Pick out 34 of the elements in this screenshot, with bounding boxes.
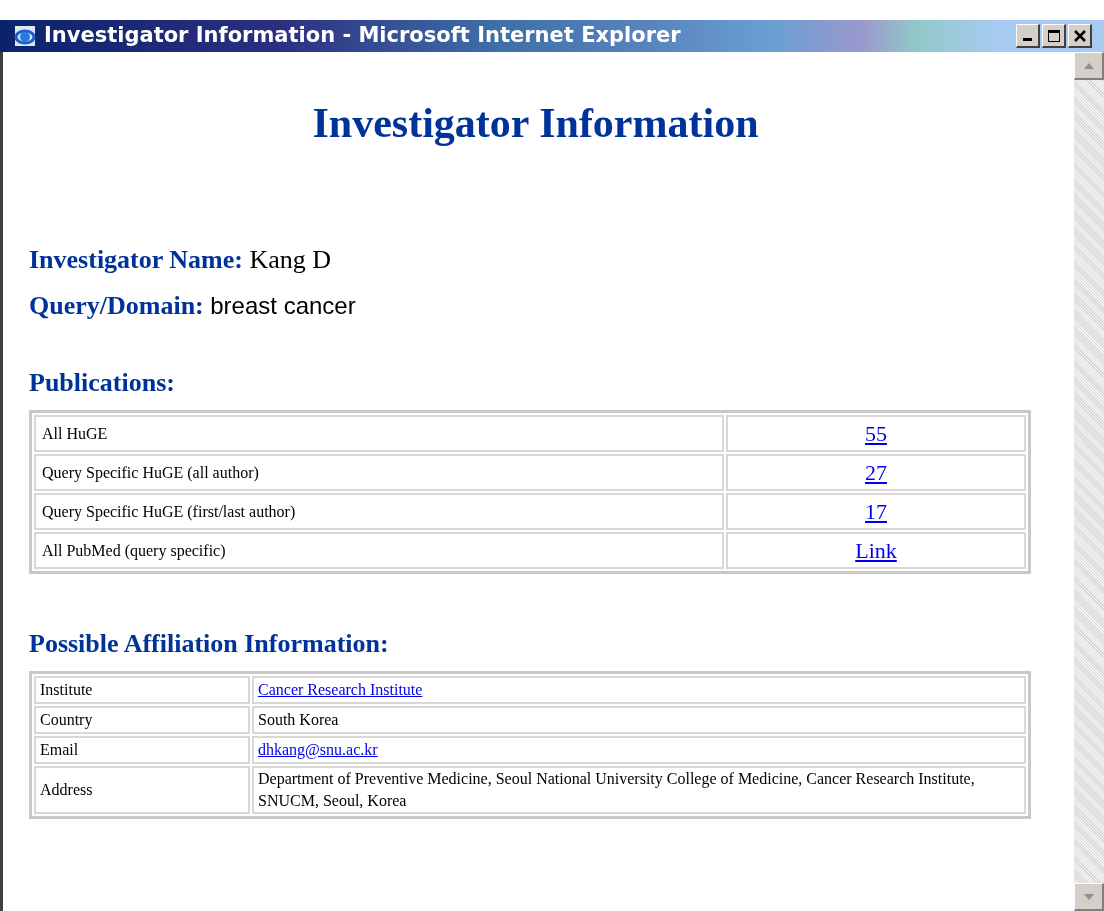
maximize-icon xyxy=(1047,29,1060,42)
maximize-button[interactable] xyxy=(1042,24,1066,48)
table-cell: Email xyxy=(34,736,250,764)
table-cell: All PubMed (query specific) xyxy=(34,532,724,569)
table-cell: Address xyxy=(34,766,250,814)
affiliation-link[interactable]: dhkang@snu.ac.kr xyxy=(258,741,378,758)
section-heading: Publications: xyxy=(29,367,176,399)
table-cell: Country xyxy=(34,706,250,734)
table-cell: Query Specific HuGE (first/last author) xyxy=(34,493,724,530)
count-link[interactable]: Link xyxy=(855,538,897,563)
info-line: Investigator Name: Kang D xyxy=(29,244,333,276)
scroll-down-button[interactable] xyxy=(1074,883,1104,911)
count-link[interactable]: 55 xyxy=(865,421,887,446)
info-line: Query/Domain: breast cancer xyxy=(29,290,357,322)
table-cell: Query Specific HuGE (all author) xyxy=(34,454,724,491)
browser-logo-icon xyxy=(12,23,38,49)
scrollbar[interactable] xyxy=(1074,52,1104,911)
count-link[interactable]: 17 xyxy=(865,499,887,524)
up-arrow-icon xyxy=(1083,62,1094,69)
close-icon xyxy=(1073,29,1086,42)
count-link[interactable]: 27 xyxy=(865,460,887,485)
down-arrow-icon xyxy=(1083,893,1094,900)
minimize-button[interactable] xyxy=(1016,24,1040,48)
scroll-up-button[interactable] xyxy=(1074,52,1104,80)
affiliation-text: South Korea xyxy=(258,711,339,728)
table-cell: All HuGE xyxy=(34,415,724,452)
table-cell: Institute xyxy=(34,676,250,704)
page-heading: Investigator Information xyxy=(311,99,760,148)
minimize-icon xyxy=(1023,38,1032,41)
affiliation-text: Department of Preventive Medicine, Seoul National University College of Medicine, Cancer Research Institute, SNUCM, Seoul, Korea xyxy=(258,770,975,809)
section-heading: Possible Affiliation Information: xyxy=(29,628,390,660)
affiliation-link[interactable]: Cancer Research Institute xyxy=(258,681,423,698)
window-title: Investigator Information - Microsoft Internet Explorer xyxy=(44,22,681,50)
close-button[interactable] xyxy=(1068,24,1092,48)
